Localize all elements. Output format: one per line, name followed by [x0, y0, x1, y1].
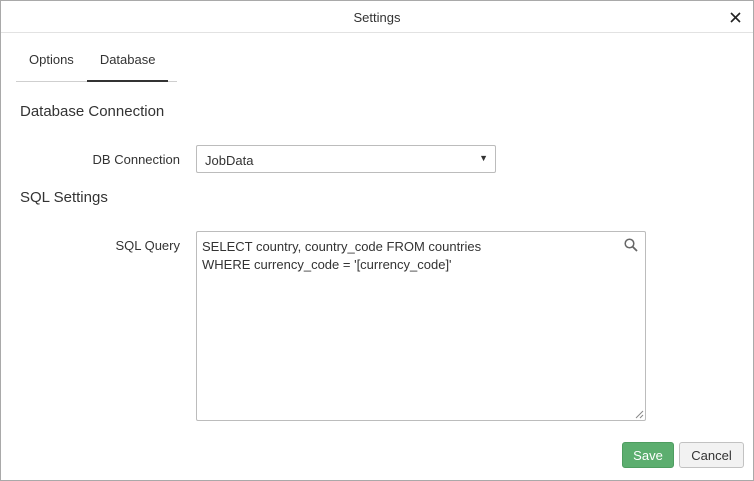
db-connection-label: DB Connection — [92, 152, 180, 167]
database-connection-heading: Database Connection — [20, 103, 165, 120]
cancel-button[interactable]: Cancel — [679, 442, 744, 468]
caret-down-icon: ▼ — [479, 153, 488, 163]
tab-options[interactable]: Options — [16, 45, 87, 81]
settings-dialog: Settings Options Database Database Conne… — [0, 0, 754, 481]
sql-query-text: SELECT country, country_code FROM countr… — [202, 239, 482, 272]
tab-bar: Options Database — [16, 45, 177, 82]
tab-database[interactable]: Database — [86, 45, 169, 82]
save-button[interactable]: Save — [622, 442, 674, 468]
search-icon[interactable] — [624, 238, 638, 252]
db-connection-select[interactable]: JobData ▼ — [196, 145, 496, 173]
close-button[interactable] — [725, 7, 745, 27]
dialog-titlebar: Settings — [1, 1, 753, 33]
sql-query-textarea[interactable]: SELECT country, country_code FROM countr… — [196, 231, 646, 421]
sql-query-label: SQL Query — [115, 238, 180, 253]
sql-settings-heading: SQL Settings — [20, 189, 108, 206]
resize-handle-icon[interactable] — [635, 410, 644, 419]
db-connection-value: JobData — [205, 153, 254, 168]
dialog-title: Settings — [353, 10, 401, 25]
close-icon — [729, 11, 741, 23]
